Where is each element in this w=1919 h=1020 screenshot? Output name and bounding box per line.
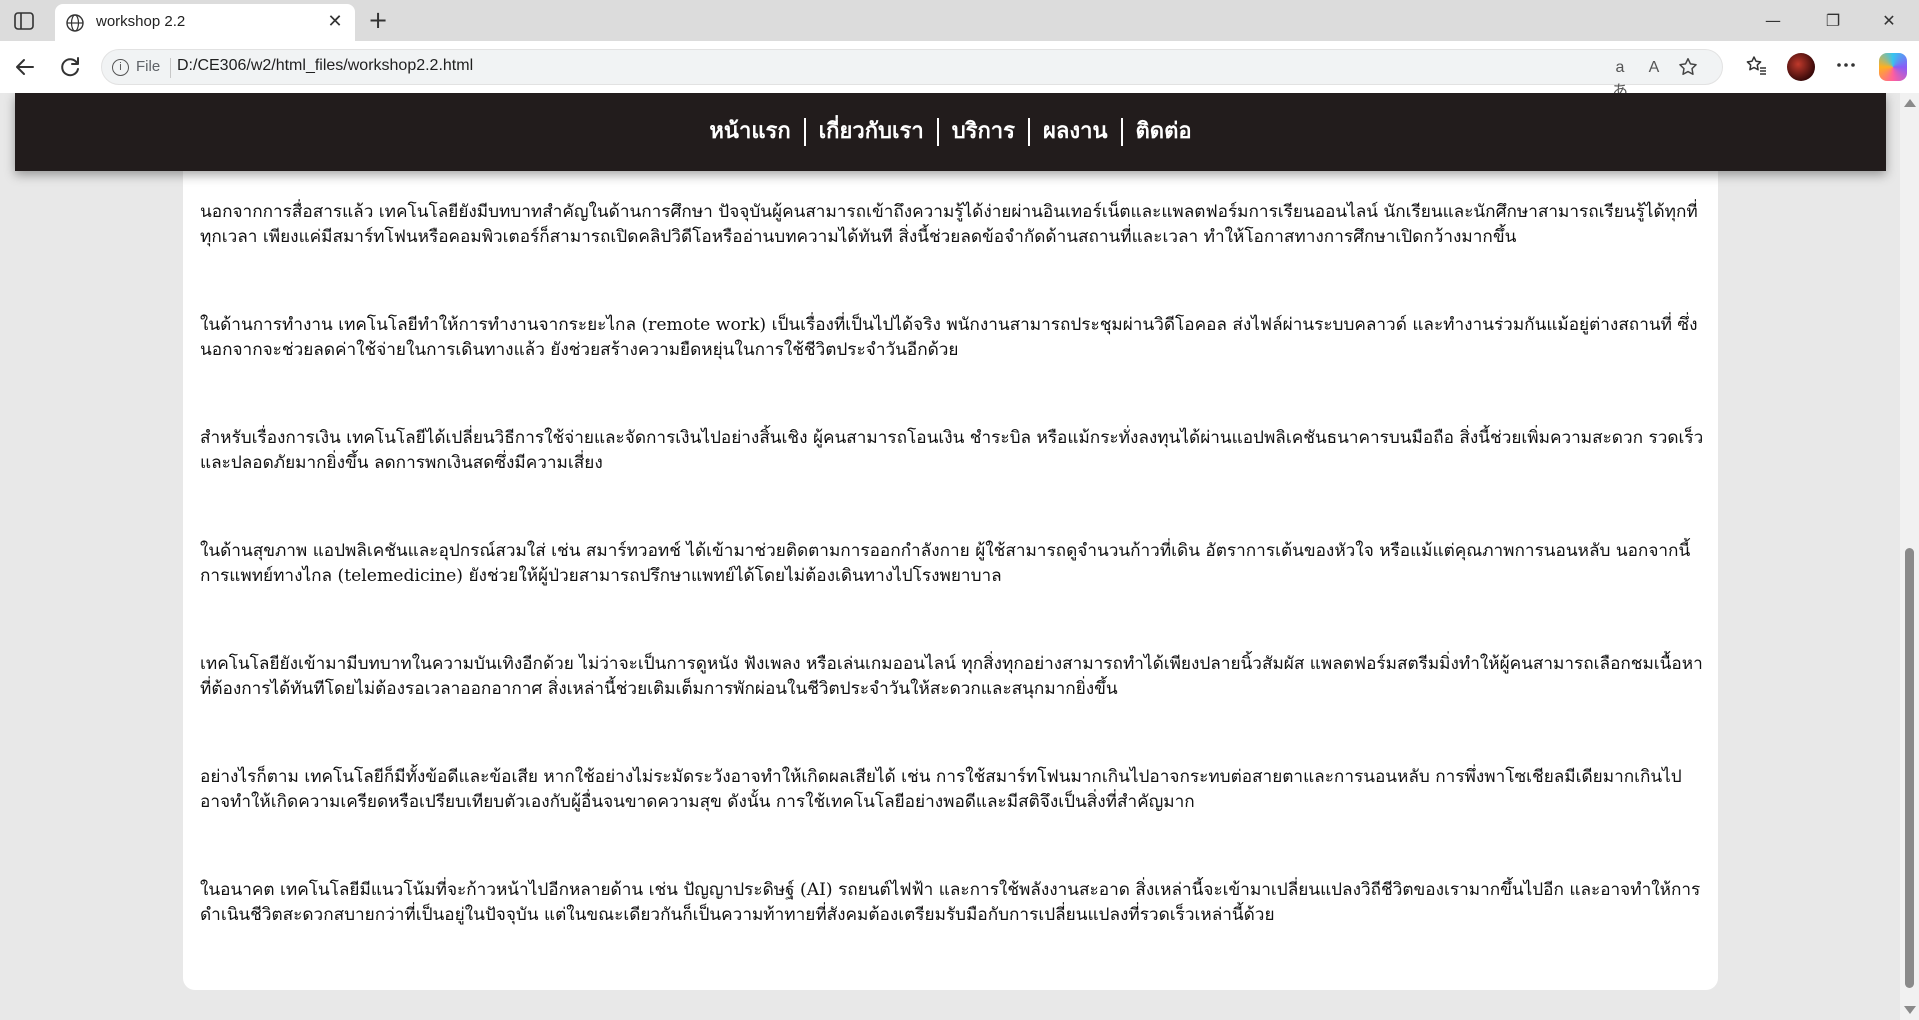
refresh-button[interactable]	[56, 53, 84, 81]
address-divider	[170, 58, 171, 78]
article-paragraph: ในด้านการทำงาน เทคโนโลยีทำให้การทำงานจาก…	[200, 315, 1698, 360]
nav-link-home[interactable]: หน้าแรก	[696, 118, 803, 146]
more-options-icon[interactable]	[1832, 53, 1860, 81]
browser-tab[interactable]: workshop 2.2 ✕	[55, 4, 355, 41]
browser-tab-bar: workshop 2.2 ✕ + — ❐ ✕	[0, 0, 1919, 41]
favorite-star-icon[interactable]	[1676, 56, 1700, 80]
nav-link-about[interactable]: เกี่ยวกับเรา	[806, 118, 937, 146]
file-scheme-label: File	[136, 58, 161, 75]
maximize-button[interactable]: ❐	[1819, 8, 1847, 34]
vertical-scrollbar[interactable]	[1900, 93, 1919, 1020]
scrollbar-thumb[interactable]	[1905, 548, 1914, 988]
copilot-icon[interactable]	[1879, 53, 1907, 81]
info-icon[interactable]: i	[112, 59, 129, 76]
nav-link-services[interactable]: บริการ	[939, 118, 1028, 146]
translate-icon[interactable]: aあ	[1608, 56, 1632, 100]
close-window-button[interactable]: ✕	[1875, 8, 1903, 34]
address-bar[interactable]: i File D:/CE306/w2/html_files/workshop2.…	[101, 49, 1723, 100]
profile-avatar[interactable]	[1787, 53, 1815, 81]
new-tab-button[interactable]: +	[365, 8, 391, 34]
site-navbar: หน้าแรก เกี่ยวกับเรา บริการ ผลงาน ติดต่อ	[15, 93, 1886, 171]
scroll-down-arrow-icon[interactable]	[1904, 1006, 1916, 1014]
tab-title: workshop 2.2	[96, 13, 186, 30]
url-input[interactable]: D:/CE306/w2/html_files/workshop2.2.html	[177, 57, 473, 75]
article-paragraph: ในอนาคต เทคโนโลยีมีแนวโน้มที่จะก้าวหน้าไ…	[200, 880, 1701, 925]
article-paragraph: เทคโนโลยียังเข้ามามีบทบาทในความบันเทิงอี…	[200, 654, 1703, 699]
browser-toolbar: i File D:/CE306/w2/html_files/workshop2.…	[0, 41, 1919, 100]
tab-close-icon[interactable]: ✕	[325, 12, 345, 32]
favorites-icon[interactable]	[1742, 53, 1770, 81]
article-paragraph: นอกจากการสื่อสารแล้ว เทคโนโลยียังมีบทบาท…	[200, 202, 1698, 247]
article-paragraph: อย่างไรก็ตาม เทคโนโลยีก็มีทั้งข้อดีและข้…	[200, 767, 1682, 812]
article-paragraph: สำหรับเรื่องการเงิน เทคโนโลยีได้เปลี่ยนว…	[200, 428, 1704, 473]
scroll-up-arrow-icon[interactable]	[1904, 99, 1916, 107]
article-paragraph: ในด้านสุขภาพ แอปพลิเคชันและอุปกรณ์สวมใส่…	[200, 541, 1691, 586]
article-body: นอกจากการสื่อสารแล้ว เทคโนโลยียังมีบทบาท…	[200, 200, 1705, 991]
minimize-button[interactable]: —	[1759, 8, 1787, 34]
page-viewport: หน้าแรก เกี่ยวกับเรา บริการ ผลงาน ติดต่อ…	[0, 93, 1900, 1020]
globe-icon	[65, 13, 85, 33]
nav-link-portfolio[interactable]: ผลงาน	[1030, 118, 1121, 146]
nav-link-contact[interactable]: ติดต่อ	[1123, 118, 1205, 146]
back-button[interactable]	[11, 53, 39, 81]
read-aloud-icon[interactable]: A	[1642, 56, 1666, 80]
tab-actions-icon[interactable]	[12, 9, 36, 33]
